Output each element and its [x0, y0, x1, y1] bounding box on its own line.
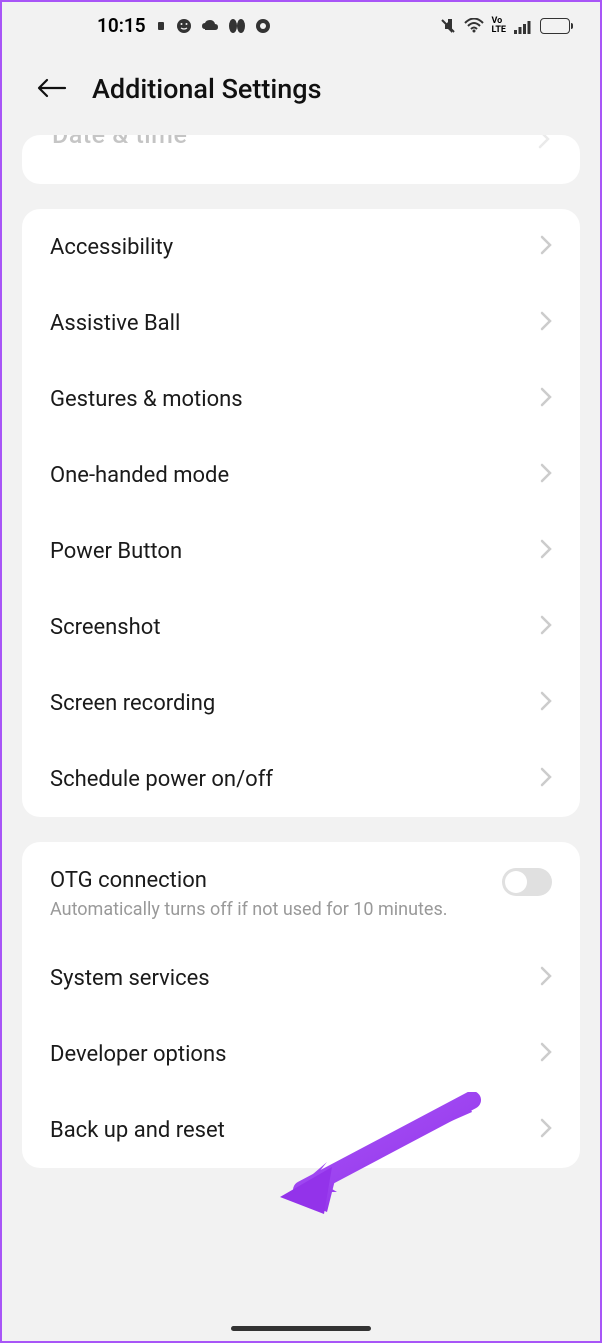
- list-item-subtitle: Automatically turns off if not used for …: [50, 897, 470, 922]
- list-item-label: Developer options: [50, 1042, 226, 1067]
- settings-group-datetime: Date & time: [22, 135, 580, 184]
- cloud-icon: [201, 19, 219, 33]
- list-item-label: Screenshot: [50, 615, 161, 640]
- one-handed-mode-item[interactable]: One-handed mode: [22, 437, 580, 513]
- chevron-right-icon: [540, 1118, 552, 1142]
- chevron-right-icon: [540, 691, 552, 715]
- chevron-right-icon: [540, 387, 552, 411]
- chevron-right-icon: [540, 966, 552, 990]
- signal-icon: [513, 18, 533, 34]
- list-item-label: Schedule power on/off: [50, 767, 273, 792]
- circle-icon: [255, 18, 271, 34]
- gestures-motions-item[interactable]: Gestures & motions: [22, 361, 580, 437]
- volte-icon: VoLTE: [491, 17, 506, 33]
- power-button-item[interactable]: Power Button: [22, 513, 580, 589]
- screenshot-item[interactable]: Screenshot: [22, 589, 580, 665]
- developer-options-item[interactable]: Developer options: [22, 1016, 580, 1092]
- face-icon: [176, 18, 192, 34]
- chevron-right-icon: [538, 135, 550, 153]
- schedule-power-item[interactable]: Schedule power on/off: [22, 741, 580, 817]
- chevron-right-icon: [540, 615, 552, 639]
- settings-group-main: Accessibility Assistive Ball Gestures & …: [22, 209, 580, 817]
- content-area: Date & time Accessibility Assistive Ball…: [2, 135, 600, 1168]
- back-icon[interactable]: [37, 72, 67, 105]
- status-left: 10:15: [97, 14, 271, 37]
- assistive-ball-item[interactable]: Assistive Ball: [22, 285, 580, 361]
- list-item-label: Screen recording: [50, 691, 215, 716]
- chevron-right-icon: [540, 311, 552, 335]
- chevron-right-icon: [540, 539, 552, 563]
- status-right: VoLTE: [439, 17, 570, 35]
- accessibility-item[interactable]: Accessibility: [22, 209, 580, 285]
- chevron-right-icon: [540, 1042, 552, 1066]
- screen-recording-item[interactable]: Screen recording: [22, 665, 580, 741]
- otg-toggle[interactable]: [502, 868, 552, 896]
- date-time-cutoff-label: Date & time: [52, 135, 187, 150]
- list-item-label: Power Button: [50, 539, 182, 564]
- chevron-right-icon: [540, 235, 552, 259]
- chevron-right-icon: [540, 767, 552, 791]
- status-time: 10:15: [97, 14, 146, 37]
- nav-handle[interactable]: [231, 1326, 371, 1331]
- list-item-label: One-handed mode: [50, 463, 229, 488]
- back-up-reset-item[interactable]: Back up and reset: [22, 1092, 580, 1168]
- mute-icon: [439, 17, 457, 35]
- wifi-icon: [464, 18, 484, 34]
- page-title: Additional Settings: [92, 73, 322, 105]
- settings-group-system: OTG connection Automatically turns off i…: [22, 842, 580, 1168]
- list-item-label: Back up and reset: [50, 1118, 225, 1143]
- battery-icon: [540, 18, 570, 34]
- status-bar: 10:15 VoLTE: [2, 2, 600, 47]
- otg-connection-item[interactable]: OTG connection Automatically turns off i…: [22, 842, 580, 940]
- chevron-right-icon: [540, 463, 552, 487]
- pills-icon: [228, 18, 246, 34]
- system-services-item[interactable]: System services: [22, 940, 580, 1016]
- header: Additional Settings: [2, 47, 600, 135]
- toggle-knob: [505, 871, 527, 893]
- list-item-label: System services: [50, 966, 210, 991]
- list-item-label: Gestures & motions: [50, 387, 243, 412]
- list-item-label: OTG connection: [50, 868, 502, 893]
- list-item-label: Assistive Ball: [50, 311, 180, 336]
- list-item-label: Accessibility: [50, 235, 173, 260]
- status-indicator-icon: [155, 20, 167, 32]
